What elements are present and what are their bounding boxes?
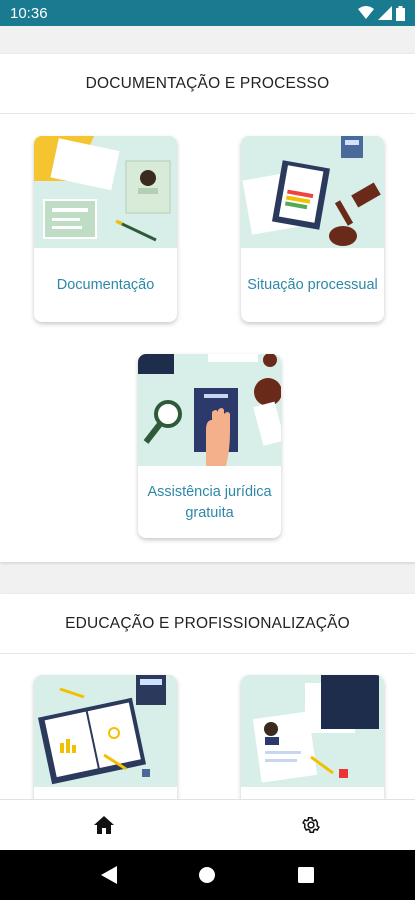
- home-content[interactable]: DOCUMENTAÇÃO E PROCESSO Documentação Sit…: [0, 26, 415, 799]
- section-title: DOCUMENTAÇÃO E PROCESSO: [0, 54, 415, 114]
- section-documentacao-processo: DOCUMENTAÇÃO E PROCESSO Documentação Sit…: [0, 54, 415, 562]
- bottom-nav: [0, 799, 415, 850]
- card-documentacao[interactable]: Documentação: [34, 136, 177, 322]
- card-label: [34, 787, 177, 799]
- recents-icon[interactable]: [298, 867, 315, 883]
- situacao-processual-illustration: [241, 136, 384, 248]
- status-time: 10:36: [10, 4, 48, 22]
- educacao-illustration: [34, 675, 177, 787]
- card-situacao-processual[interactable]: Situação processual: [241, 136, 384, 322]
- wifi-icon: [358, 6, 374, 19]
- assistencia-juridica-illustration: [138, 354, 281, 466]
- section-educacao-profissionalizacao: EDUCAÇÃO E PROFISSIONALIZAÇÃO: [0, 594, 415, 799]
- nav-home[interactable]: [0, 800, 208, 850]
- home-icon: [93, 816, 114, 834]
- status-bar: 10:36: [0, 0, 415, 26]
- documentacao-illustration: [34, 136, 177, 248]
- card-educacao-2[interactable]: [241, 675, 384, 799]
- signal-icon: [378, 6, 392, 20]
- profissionalizacao-illustration: [241, 675, 384, 787]
- card-label: Assistência jurídica gratuita: [147, 484, 272, 521]
- card-label: Documentação: [56, 276, 155, 293]
- nav-settings[interactable]: [208, 800, 415, 850]
- card-assistencia-juridica[interactable]: Assistência jurídica gratuita: [138, 354, 281, 538]
- card-educacao-1[interactable]: [34, 675, 177, 799]
- card-label: [241, 787, 384, 799]
- home-circle-icon[interactable]: [198, 866, 216, 884]
- back-icon[interactable]: [100, 866, 117, 884]
- gear-icon: [302, 817, 321, 833]
- battery-icon: [396, 5, 405, 21]
- system-nav-bar: [0, 850, 415, 900]
- section-title: EDUCAÇÃO E PROFISSIONALIZAÇÃO: [0, 594, 415, 654]
- card-label: Situação processual: [247, 276, 378, 293]
- status-icons: [358, 5, 405, 21]
